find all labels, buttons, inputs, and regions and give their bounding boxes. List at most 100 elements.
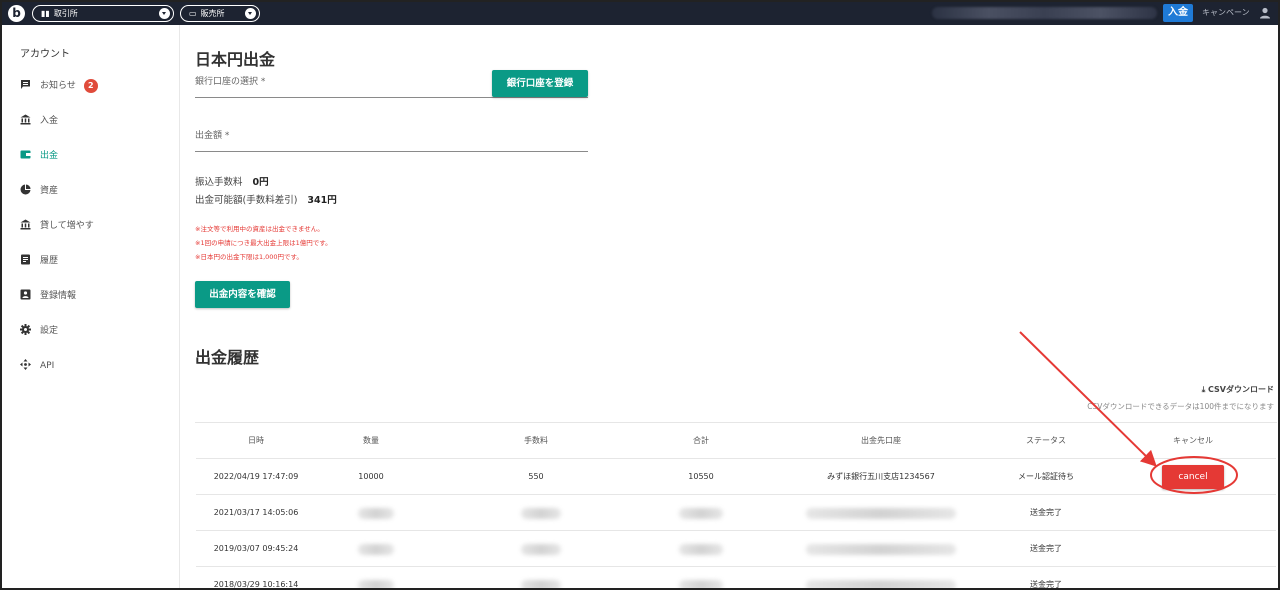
message-icon (21, 80, 30, 89)
sales-label: 販売所 (200, 9, 225, 18)
user-icon[interactable] (1258, 6, 1272, 20)
redacted-account (806, 580, 956, 588)
redacted-fee (521, 508, 561, 519)
column-header: 日時 (248, 436, 264, 445)
sidebar-item-label: 入金 (40, 116, 59, 126)
pie-chart-icon (20, 184, 31, 195)
redacted-total (679, 508, 723, 519)
column-header: 手数料 (524, 436, 548, 445)
cell-status: 送金完了 (1030, 544, 1062, 553)
available-value: 341円 (307, 195, 337, 206)
available-label: 出金可能額(手数料差引) (195, 195, 298, 206)
sidebar-item-label: 設定 (40, 326, 59, 336)
exchange-button[interactable]: ▮▮ 取引所 (32, 5, 174, 22)
gear-icon (20, 324, 31, 335)
table-row: 2022/04/19 17:47:09 10000 550 10550 みずほ銀… (196, 459, 1276, 495)
sidebar-item-settings[interactable]: 設定 (20, 323, 58, 339)
card-icon: ▭ (189, 9, 197, 18)
redacted-amount (358, 544, 394, 555)
exchange-label: 取引所 (53, 9, 78, 18)
cell-status: 送金完了 (1030, 508, 1062, 517)
table-row: 2021/03/17 14:05:06 送金完了 (196, 495, 1276, 531)
column-header: 数量 (363, 436, 379, 445)
sidebar-item-withdraw[interactable]: 出金 (20, 148, 58, 164)
column-header: キャンセル (1173, 436, 1213, 445)
api-icon (20, 359, 31, 370)
amount-input-label: 出金額 * (195, 131, 230, 141)
column-header: 出金先口座 (861, 436, 901, 445)
logo[interactable]: b (8, 5, 25, 22)
sidebar-heading: アカウント (20, 49, 70, 60)
cell-date: 2022/04/19 17:47:09 (213, 472, 299, 481)
campaign-link[interactable]: キャンペーン (1202, 7, 1250, 18)
cell-account: みずほ銀行五川支店1234567 (827, 472, 935, 481)
bar-chart-icon: ▮▮ (41, 9, 50, 18)
sales-button[interactable]: ▭ 販売所 (180, 5, 260, 22)
sidebar-item-api[interactable]: API (20, 358, 54, 374)
bank-icon (20, 114, 31, 125)
table-row: 2018/03/29 10:16:14 送金完了 (196, 567, 1276, 589)
redacted-amount (358, 508, 394, 519)
withdraw-history-table: 日時 数量 手数料 合計 出金先口座 ステータス キャンセル 2022/04/1… (195, 422, 1277, 588)
cell-amount: 10000 (358, 472, 384, 481)
available-amount: 出金可能額(手数料差引) 341円 (195, 192, 337, 206)
cell-fee: 550 (528, 472, 544, 481)
account-info-redacted (932, 7, 1157, 19)
sidebar-item-label: お知らせ (40, 81, 76, 91)
cancel-button[interactable]: cancel (1162, 465, 1224, 489)
cell-date: 2019/03/07 09:45:24 (213, 544, 299, 553)
register-bank-button[interactable]: 銀行口座を登録 (492, 70, 588, 97)
cell-date: 2021/03/17 14:05:06 (213, 508, 299, 517)
cell-status: メール認証待ち (1018, 472, 1074, 481)
deposit-button[interactable]: 入金 (1163, 4, 1193, 22)
amount-input[interactable]: 出金額 * (195, 127, 588, 152)
fee-value: 0円 (252, 177, 269, 188)
sidebar-item-registration[interactable]: 登録情報 (20, 288, 76, 304)
table-header-row: 日時 数量 手数料 合計 出金先口座 ステータス キャンセル (196, 423, 1276, 459)
cell-status: 送金完了 (1030, 580, 1062, 589)
fee-label: 振込手数料 (195, 177, 243, 188)
table-row: 2019/03/07 09:45:24 送金完了 (196, 531, 1276, 567)
redacted-total (679, 580, 723, 588)
history-title: 出金履歴 (195, 348, 260, 367)
sidebar-item-deposit[interactable]: 入金 (20, 113, 58, 129)
chevron-down-icon (159, 8, 170, 19)
sidebar-item-label: 履歴 (40, 256, 59, 266)
column-header: 合計 (693, 436, 709, 445)
notification-badge: 2 (83, 79, 98, 93)
sidebar-item-label: 貸して増やす (40, 221, 94, 231)
csv-download-link[interactable]: ⤓ CSVダウンロード (1202, 384, 1274, 395)
csv-download-label: CSVダウンロード (1208, 385, 1274, 394)
wallet-icon (20, 150, 31, 159)
redacted-total (679, 544, 723, 555)
list-icon (21, 254, 30, 265)
csv-note: CSVダウンロードできるデータは100件までになります (1087, 402, 1274, 411)
sidebar-item-label: 出金 (40, 151, 59, 161)
top-bar: b ▮▮ 取引所 ▭ 販売所 入金 キャンペーン (2, 2, 1278, 25)
redacted-fee (521, 544, 561, 555)
main-content: 日本円出金 銀行口座の選択 * 銀行口座を登録 出金額 * 振込手数料 0円 出金… (180, 25, 1278, 588)
redacted-account (806, 508, 956, 519)
sidebar-item-notifications[interactable]: お知らせ 2 (20, 78, 98, 94)
redacted-amount (358, 580, 394, 588)
app-window: b ▮▮ 取引所 ▭ 販売所 入金 キャンペーン アカウント お知らせ 2 入金 出金… (0, 0, 1280, 590)
notice-text: ※注文等で利用中の資産は出金できません。 (195, 225, 324, 233)
confirm-withdraw-button[interactable]: 出金内容を確認 (195, 281, 290, 308)
sidebar: アカウント お知らせ 2 入金 出金 資産 貸して増やす 履歴 登録情報 設定 A… (4, 25, 180, 588)
sidebar-item-label: 資産 (40, 186, 59, 196)
bank-icon (20, 219, 31, 230)
redacted-account (806, 544, 956, 555)
sidebar-item-assets[interactable]: 資産 (20, 183, 58, 199)
bank-account-select-label: 銀行口座の選択 * (195, 77, 266, 87)
redacted-fee (521, 580, 561, 588)
sidebar-item-label: 登録情報 (40, 291, 77, 301)
transfer-fee: 振込手数料 0円 (195, 174, 269, 188)
notice-text: ※1回の申請につき最大出金上限は1億円です。 (195, 239, 332, 247)
id-card-icon (20, 289, 31, 300)
page-title: 日本円出金 (195, 50, 276, 69)
notice-text: ※日本円の出金下限は1,000円です。 (195, 253, 303, 261)
sidebar-item-lending[interactable]: 貸して増やす (20, 218, 94, 234)
sidebar-item-label: API (40, 361, 55, 371)
sidebar-item-history[interactable]: 履歴 (20, 253, 58, 269)
cell-total: 10550 (688, 472, 714, 481)
